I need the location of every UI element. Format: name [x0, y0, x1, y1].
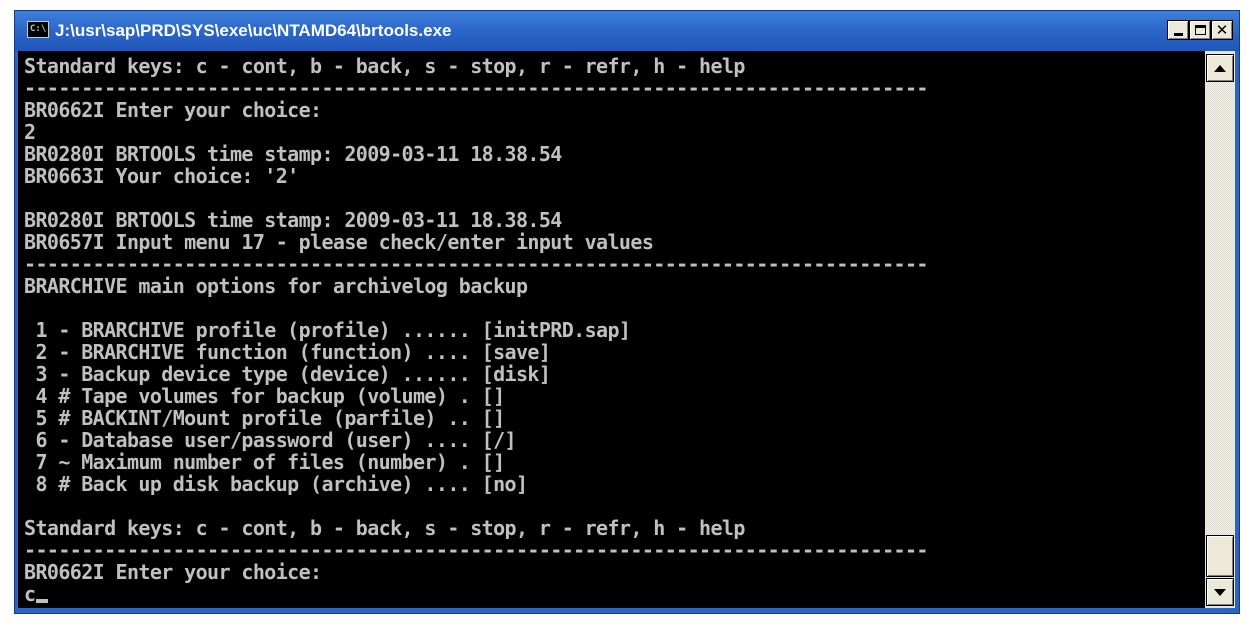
console-line: BR0662I Enter your choice: [24, 561, 1205, 583]
console-line: BR0280I BRTOOLS time stamp: 2009-03-11 1… [24, 209, 1205, 231]
console-output[interactable]: Standard keys: c - cont, b - back, s - s… [18, 51, 1205, 608]
console-line: 1 - BRARCHIVE profile (profile) ...... [… [24, 319, 1205, 341]
console-line: 6 - Database user/password (user) .... [… [24, 429, 1205, 451]
console-line: BR0657I Input menu 17 - please check/ent… [24, 231, 1205, 253]
console-line: 8 # Back up disk backup (archive) .... [… [24, 473, 1205, 495]
console-line: c [24, 583, 1205, 605]
console-window: C:\ J:\usr\sap\PRD\SYS\exe\uc\NTAMD64\br… [14, 10, 1240, 614]
console-line: 2 [24, 121, 1205, 143]
console-line: 5 # BACKINT/Mount profile (parfile) .. [… [24, 407, 1205, 429]
console-line: 7 ~ Maximum number of files (number) . [… [24, 451, 1205, 473]
console-line: 4 # Tape volumes for backup (volume) . [… [24, 385, 1205, 407]
console-line-text: BR0663I Your choice: '2' [24, 164, 299, 188]
console-line: ----------------------------------------… [24, 539, 1205, 561]
console-line-text: BRARCHIVE main options for archivelog ba… [24, 274, 528, 298]
minimize-icon [1173, 32, 1183, 36]
title-bar[interactable]: C:\ J:\usr\sap\PRD\SYS\exe\uc\NTAMD64\br… [15, 11, 1239, 51]
minimize-button[interactable] [1167, 20, 1189, 40]
console-line: Standard keys: c - cont, b - back, s - s… [24, 517, 1205, 539]
console-line-text: 4 # Tape volumes for backup (volume) . [… [24, 384, 505, 408]
console-line: BR0662I Enter your choice: [24, 99, 1205, 121]
console-line-text: BR0280I BRTOOLS time stamp: 2009-03-11 1… [24, 142, 562, 166]
console-line-text: ----------------------------------------… [24, 538, 928, 562]
console-line-text: Standard keys: c - cont, b - back, s - s… [24, 54, 745, 78]
console-line-text: 5 # BACKINT/Mount profile (parfile) .. [… [24, 406, 505, 430]
text-cursor [36, 599, 49, 603]
console-line-text: 2 - BRARCHIVE function (function) .... [… [24, 340, 551, 364]
console-line-text: 7 ~ Maximum number of files (number) . [… [24, 450, 505, 474]
console-line-text: 6 - Database user/password (user) .... [… [24, 428, 516, 452]
window-title: J:\usr\sap\PRD\SYS\exe\uc\NTAMD64\brtool… [55, 21, 452, 40]
maximize-icon [1194, 25, 1206, 35]
scroll-down-button[interactable] [1206, 578, 1234, 606]
vertical-scrollbar[interactable] [1205, 51, 1235, 608]
maximize-button[interactable] [1189, 20, 1211, 40]
console-line-text: Standard keys: c - cont, b - back, s - s… [24, 516, 745, 540]
console-line-text: ----------------------------------------… [24, 252, 928, 276]
console-line-text: 2 [24, 120, 36, 144]
console-line: BR0663I Your choice: '2' [24, 165, 1205, 187]
console-line: 2 - BRARCHIVE function (function) .... [… [24, 341, 1205, 363]
console-window-icon[interactable]: C:\ [27, 21, 49, 38]
console-line: ----------------------------------------… [24, 253, 1205, 275]
console-line: 3 - Backup device type (device) ...... [… [24, 363, 1205, 385]
console-icon-label: C:\ [30, 24, 47, 34]
console-line: BRARCHIVE main options for archivelog ba… [24, 275, 1205, 297]
scroll-up-arrow-icon [1214, 64, 1226, 72]
console-line-text: 3 - Backup device type (device) ...... [… [24, 362, 551, 386]
console-line-text: BR0662I Enter your choice: [24, 560, 322, 584]
console-line: BR0280I BRTOOLS time stamp: 2009-03-11 1… [24, 143, 1205, 165]
console-line-text: BR0280I BRTOOLS time stamp: 2009-03-11 1… [24, 208, 562, 232]
close-button[interactable]: ✕ [1211, 20, 1233, 40]
close-icon: ✕ [1215, 20, 1229, 39]
scrollbar-thumb[interactable] [1206, 535, 1234, 577]
console-text-area[interactable]: Standard keys: c - cont, b - back, s - s… [18, 51, 1205, 605]
scroll-up-button[interactable] [1206, 54, 1234, 82]
console-line: Standard keys: c - cont, b - back, s - s… [24, 55, 1205, 77]
console-line: ----------------------------------------… [24, 77, 1205, 99]
scroll-down-arrow-icon [1214, 588, 1226, 596]
console-line-text: 8 # Back up disk backup (archive) .... [… [24, 472, 528, 496]
scrollbar-track[interactable] [1205, 51, 1235, 608]
console-line-text: ----------------------------------------… [24, 76, 928, 100]
console-line-text: BR0662I Enter your choice: [24, 98, 322, 122]
console-line-text: 1 - BRARCHIVE profile (profile) ...... [… [24, 318, 631, 342]
console-line-text: c [24, 582, 36, 606]
console-line-text: BR0657I Input menu 17 - please check/ent… [24, 230, 654, 254]
